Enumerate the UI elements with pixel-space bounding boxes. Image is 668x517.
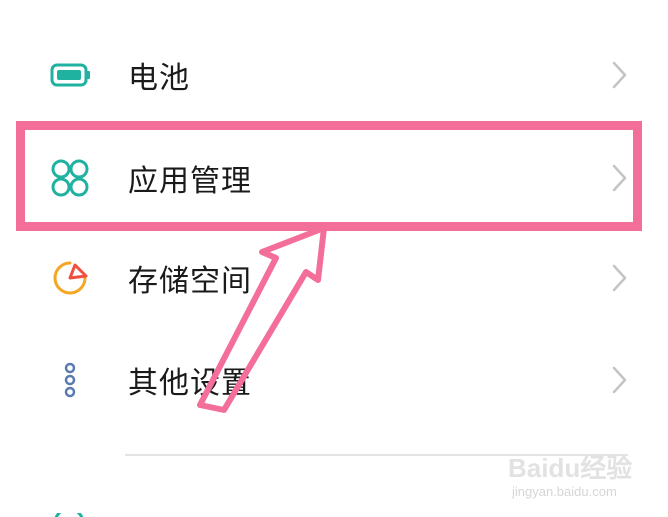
watermark-url: jingyan.baidu.com <box>512 484 617 499</box>
settings-screen: 电池 应用管理 存储空间 其他设置 Baidu经验 jingyan.baidu.… <box>0 0 668 517</box>
settings-item-label: 应用管理 <box>128 164 252 199</box>
partial-row-icon <box>52 507 86 517</box>
chevron-right-icon <box>606 163 632 193</box>
settings-item-label: 存储空间 <box>128 264 252 299</box>
baidu-jingyan-watermark: Baidu经验 jingyan.baidu.com <box>508 448 658 508</box>
settings-item-other-settings[interactable]: 其他设置 <box>0 330 668 430</box>
settings-item-battery[interactable]: 电池 <box>0 25 668 125</box>
chevron-right-icon <box>606 365 632 395</box>
more-dots-icon <box>48 358 92 402</box>
settings-item-app-management[interactable]: 应用管理 <box>0 128 668 228</box>
section-divider <box>125 454 628 456</box>
settings-item-label: 其他设置 <box>128 366 252 401</box>
chevron-right-icon <box>606 60 632 90</box>
app-grid-icon <box>48 156 92 200</box>
battery-icon <box>48 53 92 97</box>
chevron-right-icon <box>606 263 632 293</box>
settings-item-label: 电池 <box>128 61 190 96</box>
storage-pie-icon <box>48 256 92 300</box>
settings-item-storage[interactable]: 存储空间 <box>0 228 668 328</box>
